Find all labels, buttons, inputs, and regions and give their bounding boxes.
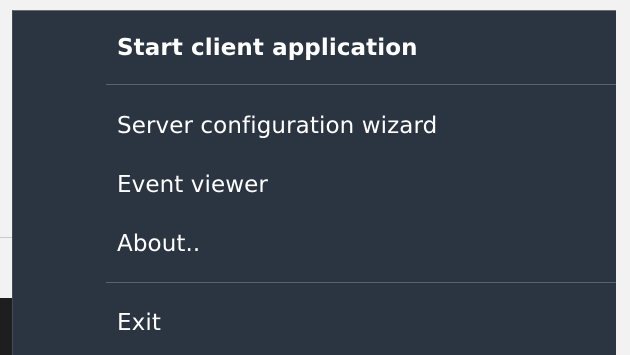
tray-context-menu: Start client application Server configur… <box>12 10 616 355</box>
menu-item-exit[interactable]: Exit <box>13 294 616 352</box>
menu-item-server-configuration-wizard[interactable]: Server configuration wizard <box>13 97 616 155</box>
menu-separator <box>106 84 616 85</box>
menu-item-about[interactable]: About.. <box>13 215 616 273</box>
menu-item-event-viewer[interactable]: Event viewer <box>13 156 616 214</box>
menu-separator <box>106 282 616 283</box>
menu-item-start-client-application[interactable]: Start client application <box>13 19 616 77</box>
